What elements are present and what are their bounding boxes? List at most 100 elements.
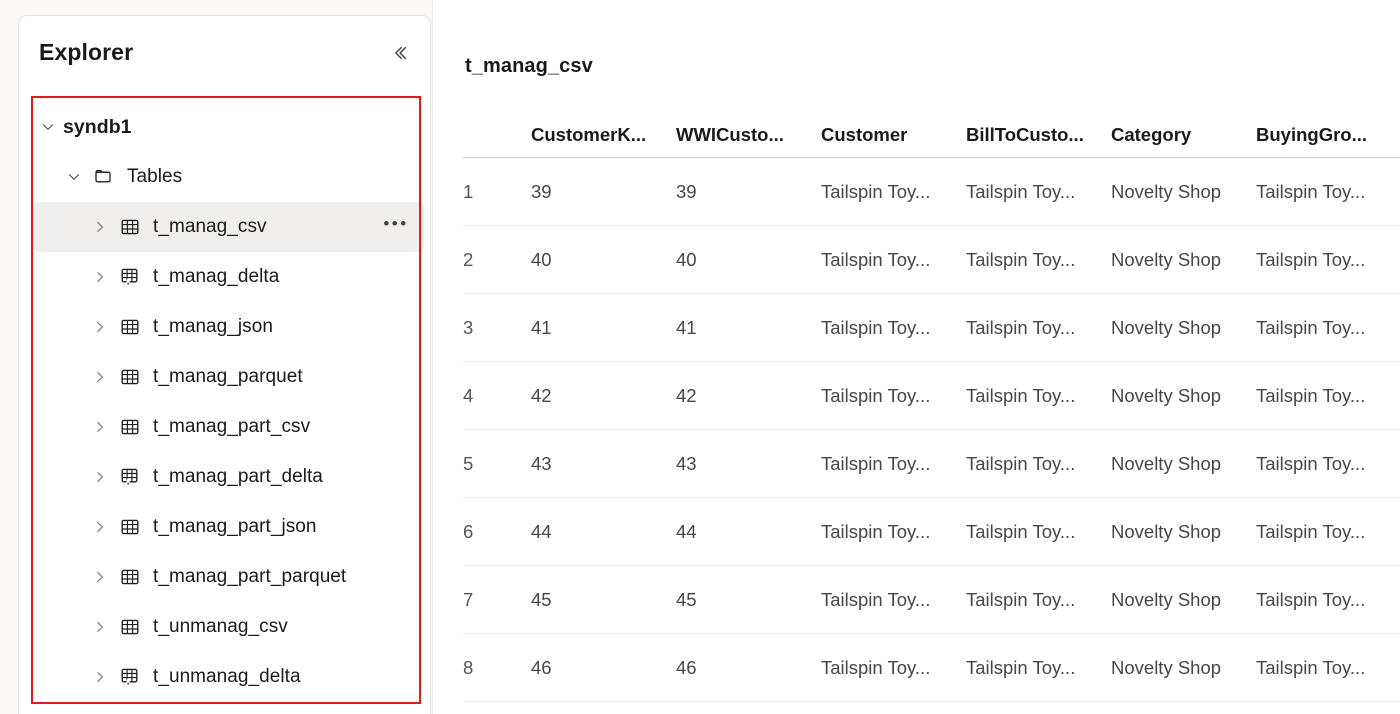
column-header-5[interactable]: BuyingGro... xyxy=(1256,124,1400,146)
tree-item-t-unmanag-csv[interactable]: t_unmanag_csv xyxy=(33,602,424,652)
table-row[interactable]: 6 44 44 Tailspin Toy... Tailspin Toy... Novel… xyxy=(463,498,1400,566)
table-cell: 44 xyxy=(531,520,552,542)
data-grid-body: 1 39 39 Tailspin Toy... Tailspin Toy... Novel… xyxy=(463,158,1400,702)
explorer-panel: Explorer syndb1 Tables t_manag_csv ••• t_man… xyxy=(18,15,431,714)
row-index: 2 xyxy=(463,248,474,270)
tree-item-label: t_manag_part_json xyxy=(153,516,317,537)
table-cell: 42 xyxy=(676,384,697,406)
chevron-double-left-icon[interactable] xyxy=(384,37,416,69)
table-cell: Tailspin Toy... xyxy=(821,588,931,610)
table-cell: Tailspin Toy... xyxy=(966,384,1076,406)
data-grid-header-row: CustomerK... WWICusto... Customer BillToCus… xyxy=(463,112,1400,158)
tree-item-t-manag-part-csv[interactable]: t_manag_part_csv xyxy=(33,402,424,452)
tree-item-t-manag-part-json[interactable]: t_manag_part_json xyxy=(33,502,424,552)
data-grid: CustomerK... WWICusto... Customer BillToCus… xyxy=(463,112,1400,702)
table-cell: Tailspin Toy... xyxy=(966,316,1076,338)
table-cell: Novelty Shop xyxy=(1111,316,1222,338)
tree-item-label: t_manag_part_csv xyxy=(153,416,311,437)
table-cell: 42 xyxy=(531,384,552,406)
table-cell: 39 xyxy=(676,180,697,202)
tree-item-t-manag-part-delta[interactable]: t_manag_part_delta xyxy=(33,452,424,502)
table-icon xyxy=(115,412,145,442)
table-icon xyxy=(115,612,145,642)
tree-item-t-manag-csv[interactable]: t_manag_csv ••• xyxy=(33,202,424,252)
row-index: 8 xyxy=(463,656,474,678)
row-index: 5 xyxy=(463,452,474,474)
tree-item-t-manag-delta[interactable]: t_manag_delta xyxy=(33,252,424,302)
tree-item-t-manag-part-parquet[interactable]: t_manag_part_parquet xyxy=(33,552,424,602)
table-row[interactable]: 5 43 43 Tailspin Toy... Tailspin Toy... Novel… xyxy=(463,430,1400,498)
table-cell: 41 xyxy=(531,316,552,338)
table-row[interactable]: 2 40 40 Tailspin Toy... Tailspin Toy... Novel… xyxy=(463,226,1400,294)
table-preview-pane: t_manag_csv CustomerK... WWICusto... Custo… xyxy=(432,0,1400,714)
more-options-icon[interactable]: ••• xyxy=(382,213,410,241)
table-cell: 44 xyxy=(676,520,697,542)
folder-icon xyxy=(89,162,119,192)
table-row[interactable]: 3 41 41 Tailspin Toy... Tailspin Toy... Novel… xyxy=(463,294,1400,362)
tree-item-label: t_manag_json xyxy=(153,316,273,337)
tree-item-label: t_manag_part_delta xyxy=(153,466,323,487)
table-cell: Tailspin Toy... xyxy=(1256,452,1366,474)
column-header-0[interactable]: CustomerK... xyxy=(531,124,676,146)
table-cell: Tailspin Toy... xyxy=(966,248,1076,270)
column-header-1[interactable]: WWICusto... xyxy=(676,124,821,146)
row-index: 3 xyxy=(463,316,474,338)
table-cell: Tailspin Toy... xyxy=(821,248,931,270)
table-cell: Tailspin Toy... xyxy=(966,180,1076,202)
table-cell: Tailspin Toy... xyxy=(821,520,931,542)
table-row[interactable]: 1 39 39 Tailspin Toy... Tailspin Toy... Novel… xyxy=(463,158,1400,226)
explorer-header: Explorer xyxy=(19,16,430,89)
table-cell: Tailspin Toy... xyxy=(1256,180,1366,202)
column-header-3[interactable]: BillToCusto... xyxy=(966,124,1111,146)
table-cell: Tailspin Toy... xyxy=(1256,316,1366,338)
tree-item-t-manag-json[interactable]: t_manag_json xyxy=(33,302,424,352)
table-cell: Tailspin Toy... xyxy=(1256,588,1366,610)
table-row[interactable]: 7 45 45 Tailspin Toy... Tailspin Toy... Novel… xyxy=(463,566,1400,634)
table-cell: 39 xyxy=(531,180,552,202)
tree-item-label: t_manag_delta xyxy=(153,266,280,287)
chevron-right-icon[interactable] xyxy=(85,662,115,692)
chevron-right-icon[interactable] xyxy=(85,512,115,542)
chevron-right-icon[interactable] xyxy=(85,562,115,592)
tree-item-label: t_unmanag_csv xyxy=(153,616,288,637)
table-cell: Tailspin Toy... xyxy=(1256,248,1366,270)
chevron-right-icon[interactable] xyxy=(85,262,115,292)
table-cell: 40 xyxy=(676,248,697,270)
table-icon xyxy=(115,212,145,242)
tree-item-label: t_manag_csv xyxy=(153,216,267,237)
table-row[interactable]: 4 42 42 Tailspin Toy... Tailspin Toy... Novel… xyxy=(463,362,1400,430)
chevron-right-icon[interactable] xyxy=(85,612,115,642)
tree-item-t-unmanag-delta[interactable]: t_unmanag_delta xyxy=(33,652,424,702)
row-index: 7 xyxy=(463,588,474,610)
chevron-right-icon[interactable] xyxy=(85,362,115,392)
table-cell: Tailspin Toy... xyxy=(821,384,931,406)
row-index: 1 xyxy=(463,180,474,202)
table-cell: Tailspin Toy... xyxy=(821,452,931,474)
tree-item-Tables[interactable]: Tables xyxy=(33,152,424,202)
chevron-down-icon[interactable] xyxy=(59,162,89,192)
table-cell: Tailspin Toy... xyxy=(1256,384,1366,406)
table-cell: 43 xyxy=(531,452,552,474)
column-header-4[interactable]: Category xyxy=(1111,124,1256,146)
table-cell: Novelty Shop xyxy=(1111,520,1222,542)
tree-item-label: t_manag_parquet xyxy=(153,366,303,387)
table-cell: Novelty Shop xyxy=(1111,384,1222,406)
table-icon xyxy=(115,362,145,392)
column-header-2[interactable]: Customer xyxy=(821,124,966,146)
table-cell: Tailspin Toy... xyxy=(966,452,1076,474)
chevron-right-icon[interactable] xyxy=(85,412,115,442)
chevron-right-icon[interactable] xyxy=(85,212,115,242)
lakehouse-explorer-screen: Explorer syndb1 Tables t_manag_csv ••• t_man… xyxy=(0,0,1400,714)
chevron-right-icon[interactable] xyxy=(85,462,115,492)
tree-item-t-manag-parquet[interactable]: t_manag_parquet xyxy=(33,352,424,402)
tree-item-label: t_manag_part_parquet xyxy=(153,566,347,587)
object-explorer-tree: syndb1 Tables t_manag_csv ••• t_manag_delta t… xyxy=(19,97,430,714)
table-cell: 45 xyxy=(531,588,552,610)
table-cell: Tailspin Toy... xyxy=(966,520,1076,542)
tree-item-label: t_unmanag_delta xyxy=(153,666,301,687)
chevron-right-icon[interactable] xyxy=(85,312,115,342)
tree-item-syndb1[interactable]: syndb1 xyxy=(33,102,424,152)
chevron-down-icon[interactable] xyxy=(33,112,63,142)
table-row[interactable]: 8 46 46 Tailspin Toy... Tailspin Toy... Novel… xyxy=(463,634,1400,702)
table-icon xyxy=(115,562,145,592)
